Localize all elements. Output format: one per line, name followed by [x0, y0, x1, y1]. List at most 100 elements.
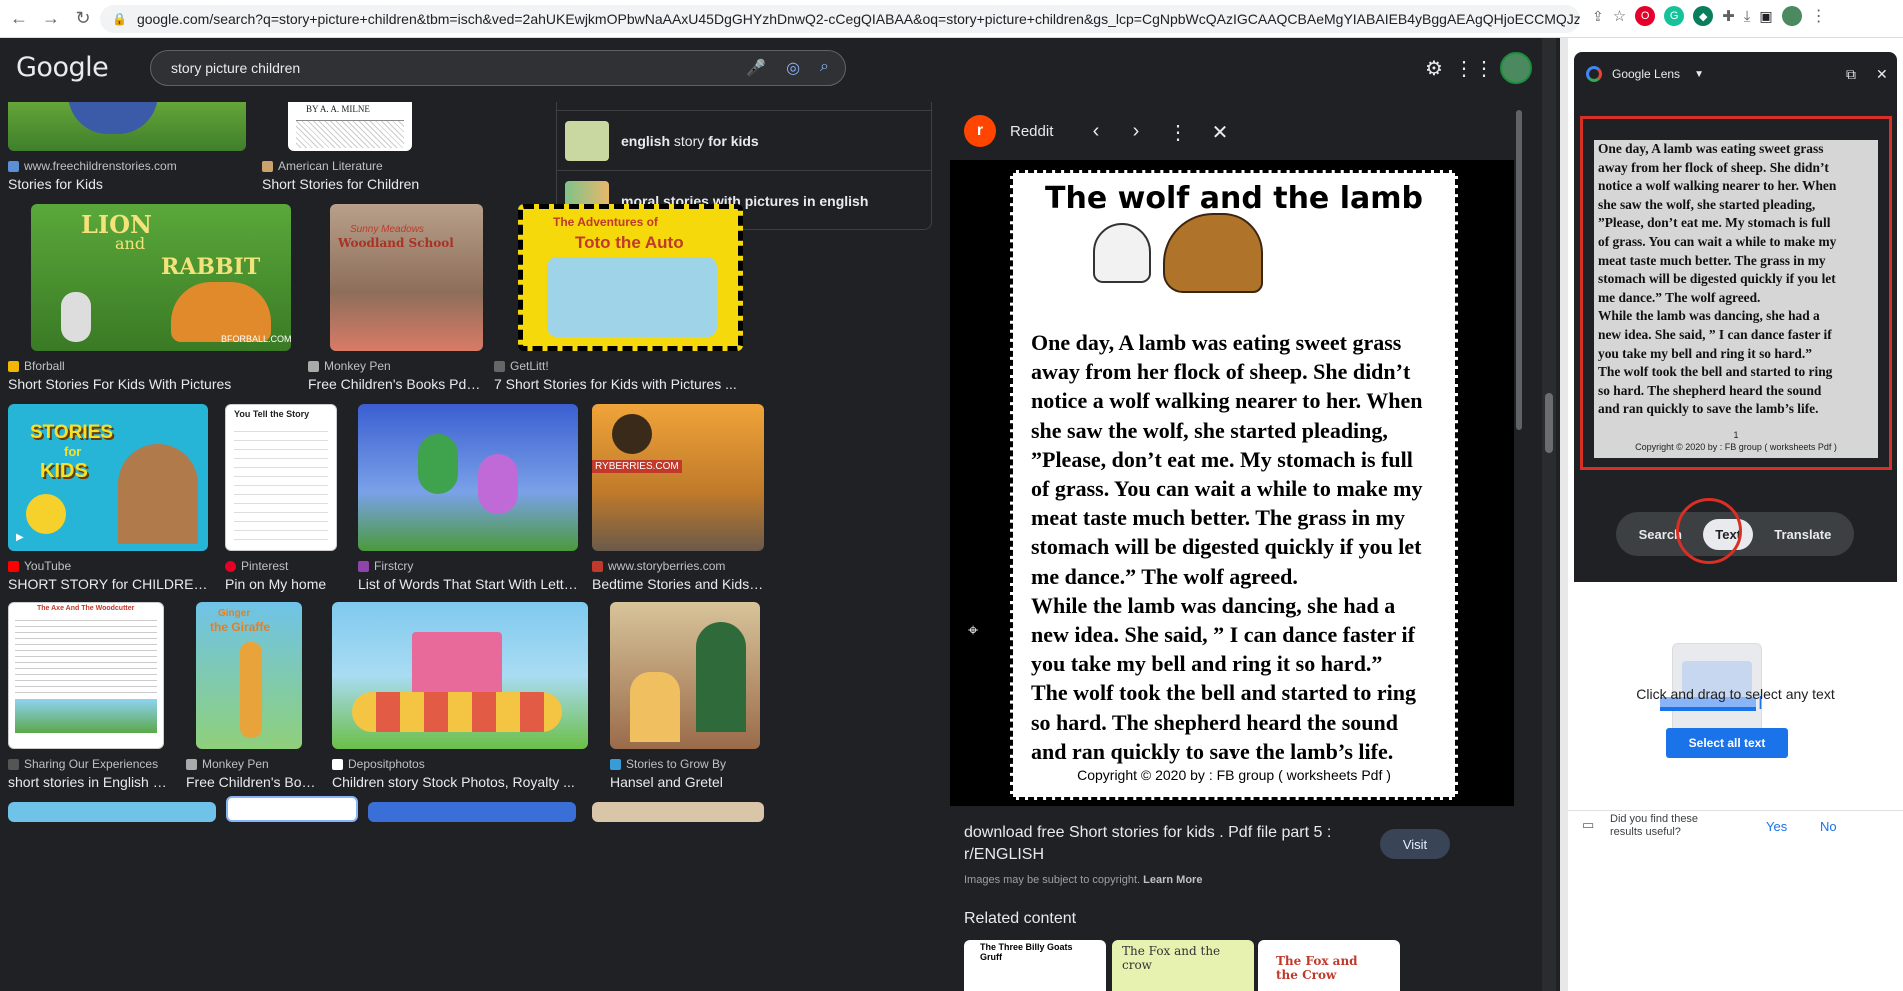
microphone-icon[interactable]: 🎤 [746, 58, 766, 78]
result-title[interactable]: Pin on My home [225, 576, 345, 592]
result-source: Firstcry [374, 559, 414, 573]
previous-icon[interactable]: ‹ [1084, 120, 1108, 143]
browser-toolbar: ← → ↻ 🔒 google.com/search?q=story+pictur… [0, 0, 1903, 38]
lens-search-icon[interactable]: ⌖ [968, 620, 994, 646]
result-source: Depositphotos [348, 757, 425, 771]
result-title[interactable]: SHORT STORY for CHILDREN (15 ... [8, 576, 208, 592]
google-logo[interactable]: Google [16, 52, 109, 83]
more-options-icon[interactable]: ⋮ [1166, 120, 1190, 145]
related-thumb[interactable]: The Three Billy Goats Gruff [964, 940, 1106, 991]
result-tile[interactable]: Depositphotos Children story Stock Photo… [332, 602, 588, 790]
result-title[interactable]: List of Words That Start With Letter 'E … [358, 576, 578, 592]
lens-title[interactable]: Google Lens [1612, 67, 1680, 81]
related-search-item[interactable]: english story for kids [557, 110, 931, 170]
result-tile[interactable]: Ginger the Giraffe Monkey Pen Free Child… [186, 602, 316, 790]
menu-kebab-icon[interactable]: ⋮ [1811, 6, 1827, 26]
account-avatar[interactable] [1500, 52, 1532, 84]
preview-scrollbar[interactable] [1514, 110, 1524, 980]
preview-image[interactable]: The wolf and the lamb One day, A lamb wa… [950, 160, 1514, 806]
reload-icon[interactable]: ↻ [70, 6, 96, 32]
result-tile[interactable]: Firstcry List of Words That Start With L… [358, 404, 578, 592]
apps-grid-icon[interactable]: ⋮⋮ [1454, 54, 1494, 82]
copyright-notice: Images may be subject to copyright. Lear… [964, 874, 1202, 886]
result-tile[interactable]: You Tell the Story Pinterest Pin on My h… [225, 404, 345, 592]
thumb-text: Sunny Meadows [350, 224, 424, 235]
open-in-new-tab-icon[interactable]: ⧉ [1846, 66, 1856, 83]
result-tile[interactable]: BY A. A. MILNE American Literature Short… [262, 102, 437, 192]
next-icon[interactable]: › [1124, 120, 1148, 143]
feedback-row: ▭ Did you find these results useful? Yes… [1568, 810, 1903, 846]
result-title[interactable]: Stories for Kids [8, 176, 246, 192]
side-panel-icon[interactable]: ▣ [1759, 8, 1772, 25]
settings-gear-icon[interactable]: ⚙ [1420, 54, 1448, 82]
profile-avatar-icon[interactable] [1781, 6, 1802, 26]
related-thumb-text: The Fox and the crow [1122, 944, 1221, 972]
thumb-text: BY A. A. MILNE [306, 104, 370, 114]
result-tile[interactable] [368, 802, 576, 822]
result-tile[interactable]: LION and RABBIT BFORBALL.COM Bforball Sh… [8, 204, 291, 392]
result-tile[interactable] [592, 802, 764, 822]
result-source: Monkey Pen [324, 359, 391, 373]
result-tile[interactable]: Sunny Meadows Woodland School Monkey Pen… [308, 204, 483, 392]
preview-title[interactable]: download free Short stories for kids . P… [964, 822, 1384, 866]
lens-selected-region[interactable]: One day, A lamb was eating sweet grass a… [1594, 140, 1878, 458]
grammarly-icon[interactable]: G [1664, 6, 1685, 26]
dropdown-caret-icon[interactable]: ▼ [1694, 69, 1704, 80]
result-tile[interactable]: The Axe And The Woodcutter Sharing Our E… [8, 602, 168, 790]
lens-camera-icon[interactable]: ◎ [786, 58, 800, 78]
share-icon[interactable]: ⇪ [1592, 8, 1604, 25]
result-source: YouTube [24, 559, 72, 573]
extensions-icon[interactable]: ✚ [1722, 7, 1735, 25]
result-title[interactable]: Bedtime Stories and Kids Poe... [592, 576, 764, 592]
result-title[interactable]: Free Children's Books Pdf Onli... [308, 376, 483, 392]
story-page: The wolf and the lamb One day, A lamb wa… [1010, 170, 1458, 800]
result-title[interactable]: Hansel and Gretel [610, 774, 764, 790]
result-tile[interactable]: RYBERRIES.COM www.storyberries.com Bedti… [592, 404, 764, 592]
search-query[interactable]: story picture children [171, 60, 300, 76]
result-tile[interactable]: www.freechildrenstories.com Stories for … [8, 102, 246, 192]
result-title[interactable]: Free Children's Book... [186, 774, 316, 790]
shield-icon[interactable]: ◆ [1693, 6, 1714, 26]
side-panel-divider[interactable] [1560, 38, 1568, 991]
result-title[interactable]: short stories in English with... [8, 774, 168, 790]
bookmark-star-icon[interactable]: ☆ [1613, 7, 1626, 25]
preview-source[interactable]: Reddit [1010, 123, 1053, 140]
opera-icon[interactable]: O [1635, 6, 1656, 26]
related-bold-text: for kids [704, 132, 759, 149]
reddit-logo-icon: r [964, 115, 996, 147]
learn-more-link[interactable]: Learn More [1143, 874, 1202, 886]
image-preview-panel: r Reddit ‹ › ⋮ ✕ The wolf and the lamb O… [950, 102, 1514, 991]
result-tile[interactable]: STORIES for KIDS ▶ YouTube SHORT STORY f… [8, 404, 208, 592]
select-all-text-button[interactable]: Select all text [1666, 728, 1788, 758]
result-title[interactable]: Children story Stock Photos, Royalty ... [332, 774, 588, 790]
address-bar[interactable]: 🔒 google.com/search?q=story+picture+chil… [100, 5, 1580, 33]
mode-translate-button[interactable]: Translate [1762, 519, 1843, 550]
forward-icon[interactable]: → [38, 6, 64, 32]
thumb-text: The Axe And The Woodcutter [37, 605, 135, 612]
related-thumb-text: The Fox and the Crow [1276, 954, 1358, 982]
result-title[interactable]: 7 Short Stories for Kids with Pictures .… [494, 376, 766, 392]
search-icon[interactable]: ⌕ [820, 58, 829, 78]
related-thumb[interactable]: The Fox and the crow [1112, 940, 1254, 991]
close-icon[interactable]: ✕ [1208, 120, 1232, 145]
result-title[interactable]: Short Stories for Children [262, 176, 437, 192]
feedback-yes-button[interactable]: Yes [1766, 819, 1787, 834]
back-icon[interactable]: ← [6, 6, 32, 32]
thumb-text: The Adventures of [553, 215, 658, 229]
related-thumb[interactable]: The Fox and the Crow [1258, 940, 1400, 991]
download-icon[interactable]: ⤓ [1744, 8, 1751, 25]
page-scrollbar[interactable] [1542, 38, 1556, 991]
result-tile[interactable]: The Adventures of Toto the Auto GetLitt!… [494, 204, 766, 392]
lock-icon: 🔒 [112, 12, 127, 26]
search-box[interactable]: story picture children 🎤 ◎ ⌕ [150, 50, 846, 86]
google-lens-logo-icon [1586, 66, 1602, 82]
visit-button[interactable]: Visit [1380, 829, 1450, 859]
related-search-item[interactable] [557, 102, 931, 110]
result-tile[interactable] [226, 796, 358, 822]
result-tile[interactable] [8, 802, 216, 822]
crop-copyright: Copyright © 2020 by : FB group ( workshe… [1635, 442, 1837, 452]
result-tile[interactable]: Stories to Grow By Hansel and Gretel [610, 602, 764, 790]
close-panel-icon[interactable]: ✕ [1876, 66, 1888, 83]
result-title[interactable]: Short Stories For Kids With Pictures [8, 376, 291, 392]
feedback-no-button[interactable]: No [1820, 819, 1837, 834]
